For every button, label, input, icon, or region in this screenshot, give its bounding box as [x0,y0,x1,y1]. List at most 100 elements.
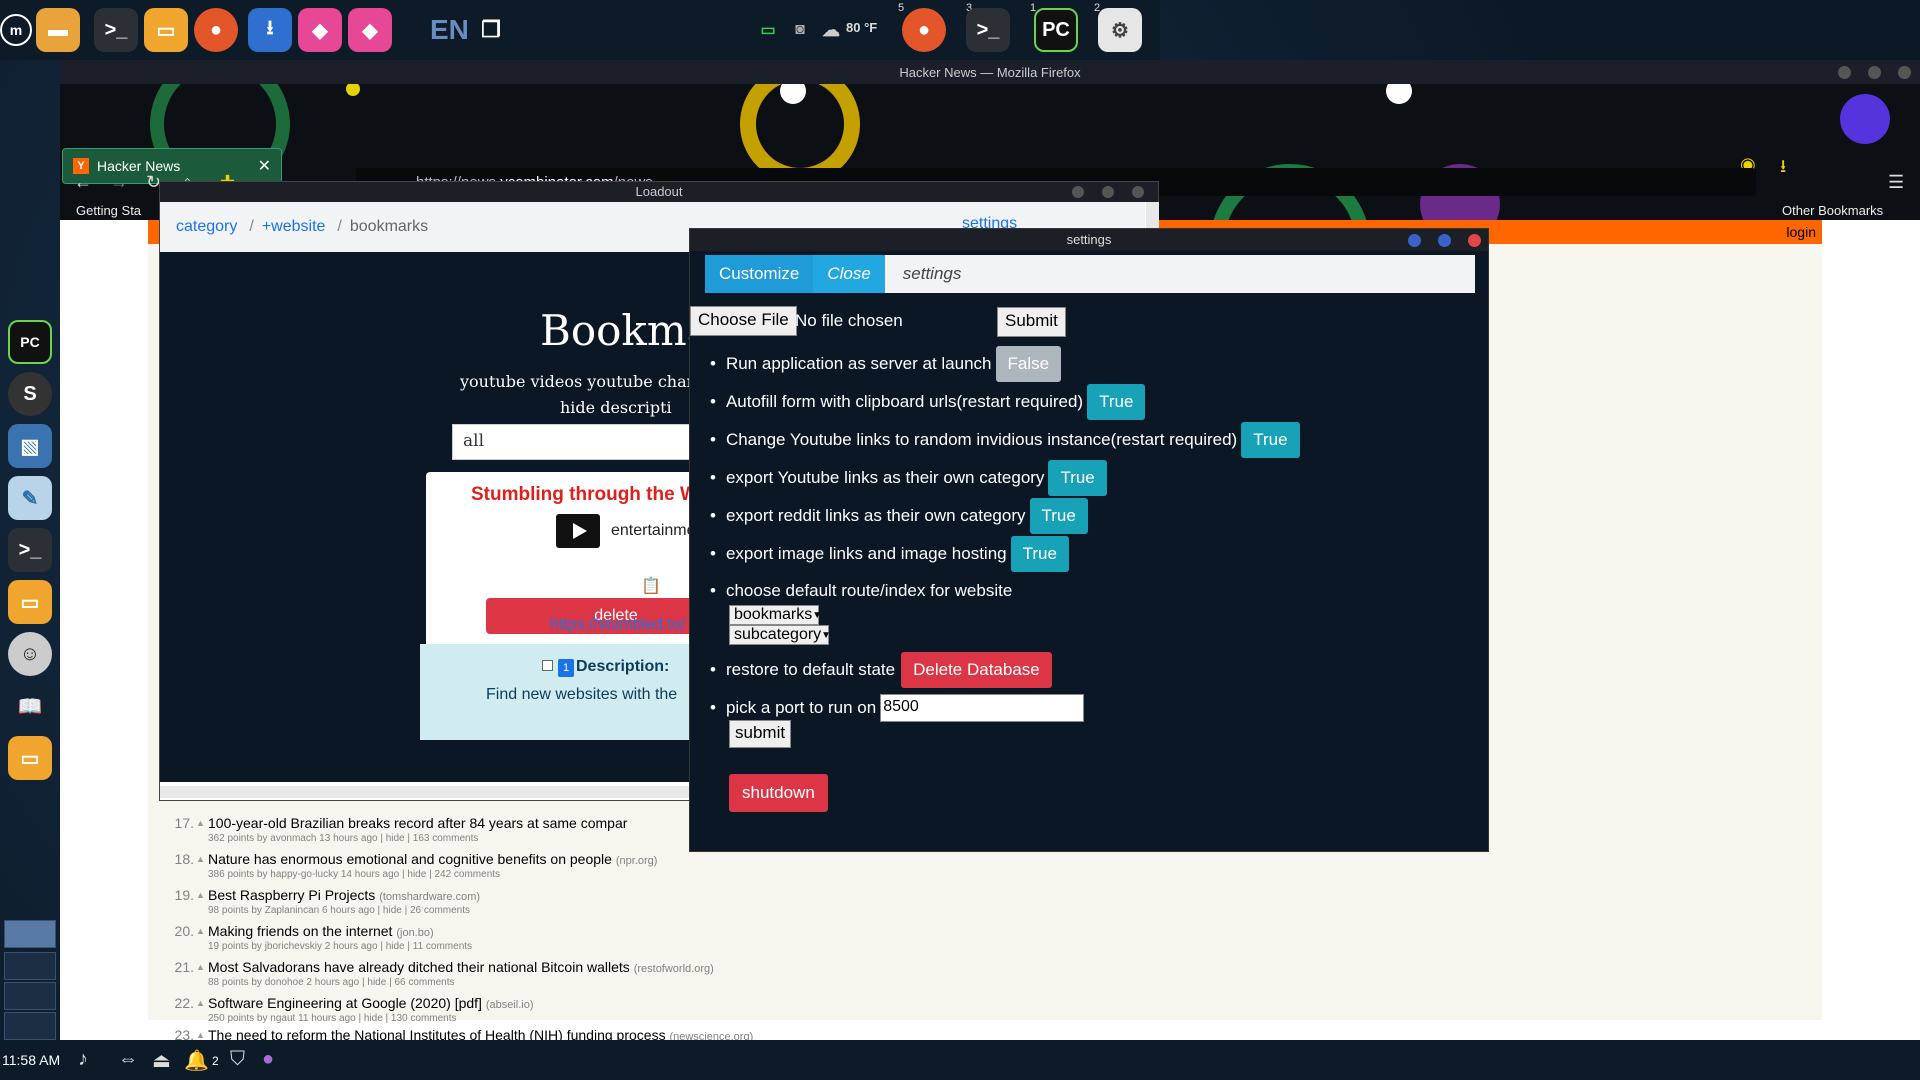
pycharm-window-icon[interactable]: PC [1034,8,1078,52]
item-title-text[interactable]: Best Raspberry Pi Projects [208,887,375,903]
store-app-icon-2[interactable]: ◆ [348,8,392,52]
breadcrumb-website[interactable]: +website [262,218,326,236]
back-arrow-icon[interactable]: ← [74,172,92,193]
bookmark-title[interactable]: Stumbling through the We [471,484,708,506]
item-title[interactable]: Best Raspberry Pi Projects (tomshardware… [208,887,480,903]
upvote-arrow-icon[interactable]: ▲ [196,962,205,972]
store-app-icon[interactable]: ◆ [298,8,342,52]
upvote-arrow-icon[interactable]: ▲ [196,926,205,936]
item-domain[interactable]: (restofworld.org) [634,963,714,975]
clock[interactable]: 11:58 AM [2,1052,60,1068]
app-tray-icon[interactable]: ● [262,1048,286,1072]
terminal-dock-icon[interactable]: >_ [8,528,52,572]
item-title[interactable]: Nature has enormous emotional and cognit… [208,851,657,867]
item-domain[interactable]: (tomshardware.com) [379,891,480,903]
port-input[interactable]: 8500 [880,694,1085,722]
tab-close-icon[interactable]: ✕ [258,156,271,176]
download-icon[interactable]: ⭳ [1780,154,1786,184]
login-link[interactable]: login [1786,224,1816,240]
upvote-arrow-icon[interactable]: ▲ [196,818,205,828]
item-title-text[interactable]: Software Engineering at Google (2020) [p… [208,995,482,1011]
weather-icon[interactable]: ☁ [818,8,844,52]
feather-dock-icon[interactable]: ✎ [8,476,52,520]
maximize-button[interactable] [1868,66,1881,79]
window-switcher-icon[interactable]: ❐ [474,8,508,52]
clipboard-icon[interactable]: 📋 [641,576,661,596]
item-title-text[interactable]: Making friends on the internet [208,923,392,939]
tab-hacker-news[interactable]: Y Hacker News ✕ [62,148,282,184]
files-dock-icon[interactable]: ▭ [8,580,52,624]
upvote-arrow-icon[interactable]: ▲ [196,890,205,900]
item-title-text[interactable]: Most Salvadorans have already ditched th… [208,959,630,975]
notification-bell-icon[interactable]: 🔔 [184,1048,209,1072]
camera-icon[interactable]: ◙ [788,8,812,52]
toggle-invidious[interactable]: True [1241,422,1300,458]
python-dock-icon[interactable]: ▧ [8,424,52,468]
settings-minimize-button[interactable] [1408,234,1421,247]
item-title[interactable]: 100-year-old Brazilian breaks record aft… [208,815,627,831]
download-app-icon[interactable]: ⭳ [248,8,292,52]
hide-description-toggle[interactable]: hide descripti [560,398,672,417]
item-title[interactable]: Making friends on the internet (jon.bo) [208,923,434,939]
close-button[interactable] [1898,66,1911,79]
bookmark-getting-started[interactable]: Getting Sta [76,203,141,218]
toggle-export-youtube[interactable]: True [1048,460,1107,496]
choose-file-button[interactable]: Choose File [690,306,797,336]
terminal-window-icon[interactable]: >_ [966,8,1010,52]
loadout-minimize-button[interactable] [1072,186,1084,198]
workspace-preview-1[interactable] [4,920,56,948]
folder-dock-icon[interactable]: ▭ [8,736,52,780]
files-app-icon[interactable]: ▬ [36,8,80,52]
delete-database-button[interactable]: Delete Database [901,652,1052,688]
item-title-text[interactable]: Nature has enormous emotional and cognit… [208,851,612,867]
monitor-icon[interactable]: ▭ [756,8,780,52]
workspace-preview-3[interactable] [4,982,56,1010]
item-title[interactable]: Most Salvadorans have already ditched th… [208,959,714,975]
keyboard-layout-indicator[interactable]: EN [430,14,469,46]
workspace-preview-2[interactable] [4,952,56,980]
music-icon[interactable]: ♪ [78,1048,102,1072]
route-select-2[interactable]: subcategory ▼ [729,625,831,645]
toggle-autofill-clipboard[interactable]: True [1087,384,1146,420]
upvote-arrow-icon[interactable]: ▲ [196,998,205,1008]
tab-customize[interactable]: Customize [705,255,814,293]
port-submit-button[interactable]: submit [729,720,792,748]
item-domain[interactable]: (abseil.io) [486,999,534,1011]
loadout-close-button[interactable] [1132,186,1144,198]
upvote-arrow-icon[interactable]: ▲ [196,1030,205,1040]
pycharm-dock-icon[interactable]: PC [8,320,52,364]
settings-maximize-button[interactable] [1438,234,1451,247]
loadout-maximize-button[interactable] [1102,186,1114,198]
breadcrumb-category[interactable]: category [176,218,237,236]
sunglasses-dock-icon[interactable]: ☺ [8,632,52,676]
item-title-text[interactable]: 100-year-old Brazilian breaks record aft… [208,815,627,831]
toggle-export-reddit[interactable]: True [1029,498,1088,534]
toggle-run-as-server[interactable]: False [995,346,1062,382]
menu-icon[interactable]: ☰ [1888,172,1904,193]
workspace-preview-4[interactable] [4,1012,56,1040]
shield-icon[interactable]: ⛉ [230,1048,254,1072]
submit-button[interactable]: Submit [997,307,1066,337]
upvote-arrow-icon[interactable]: ▲ [196,854,205,864]
forward-arrow-icon[interactable]: → [110,172,128,193]
eject-icon[interactable]: ⏏ [152,1048,176,1072]
item-domain[interactable]: (npr.org) [616,855,658,867]
network-icon[interactable]: ⇔ [118,1048,142,1072]
route-select-1[interactable]: bookmarks ▼ [729,605,822,625]
s-app-dock-icon[interactable]: S [8,372,52,416]
minimize-button[interactable] [1838,66,1851,79]
firefox-window-icon[interactable]: ● [902,8,946,52]
bookmark-url[interactable]: https://stumbled.to/ [550,616,685,634]
terminal-app-icon[interactable]: >_ [94,8,138,52]
mint-menu-icon[interactable]: m [0,14,32,46]
description-checkbox[interactable] [542,660,553,671]
toggle-export-images[interactable]: True [1010,536,1069,572]
settings-window-icon[interactable]: ⚙ [1098,8,1142,52]
folder-app-icon[interactable]: ▭ [144,8,188,52]
settings-close-button[interactable] [1468,234,1481,247]
other-bookmarks[interactable]: Other Bookmarks [1782,203,1883,218]
item-domain[interactable]: (jon.bo) [396,927,433,939]
tab-close[interactable]: Close [813,255,885,293]
shutdown-button[interactable]: shutdown [729,774,828,812]
item-title[interactable]: Software Engineering at Google (2020) [p… [208,995,534,1011]
